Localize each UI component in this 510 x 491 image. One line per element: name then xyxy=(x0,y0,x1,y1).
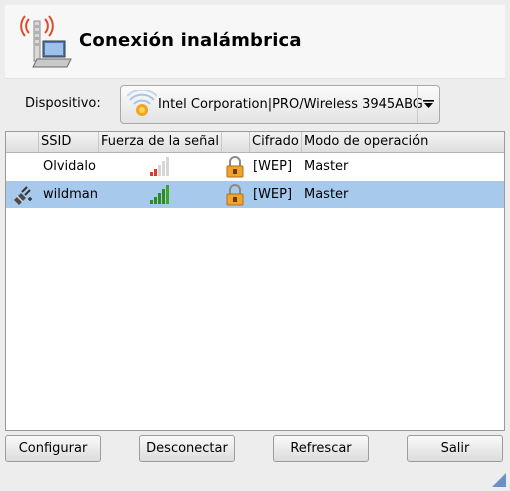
col-signal[interactable]: Fuerza de la señal xyxy=(98,132,221,152)
col-cifrado[interactable]: Cifrado xyxy=(249,132,301,152)
refrescar-button[interactable]: Refrescar xyxy=(273,435,369,462)
signal-weak-icon xyxy=(150,157,169,176)
desconectar-button[interactable]: Desconectar xyxy=(139,435,235,462)
device-select-value: Intel Corporation|PRO/Wireless 3945ABG xyxy=(158,97,423,112)
wifi-signal-icon xyxy=(127,90,157,116)
page-title: Conexión inalámbrica xyxy=(79,30,302,51)
header-banner: Conexión inalámbrica xyxy=(5,5,505,79)
signal-strong-icon xyxy=(150,185,169,204)
table-row-selected[interactable]: wildman [WEP] Master xyxy=(6,181,504,208)
configurar-button[interactable]: Configurar xyxy=(5,435,101,462)
wireless-laptop-icon xyxy=(20,15,72,68)
table-row[interactable]: Olvidalo [WEP] Master xyxy=(6,153,504,180)
cell-cifrado: [WEP] xyxy=(253,187,293,202)
resize-grip-icon[interactable] xyxy=(492,473,506,487)
lock-icon xyxy=(226,184,244,206)
network-list[interactable]: SSID Fuerza de la señal Cifrado Modo de … xyxy=(5,131,505,431)
col-ssid[interactable]: SSID xyxy=(38,132,98,152)
lock-icon xyxy=(226,156,244,178)
list-header: SSID Fuerza de la señal Cifrado Modo de … xyxy=(6,132,504,153)
cell-cifrado: [WEP] xyxy=(253,159,293,174)
salir-button[interactable]: Salir xyxy=(407,435,503,462)
connected-plug-icon xyxy=(14,186,32,205)
col-modo[interactable]: Modo de operación xyxy=(301,132,504,152)
device-select[interactable]: Intel Corporation|PRO/Wireless 3945ABG xyxy=(120,85,440,124)
cell-ssid: wildman xyxy=(43,187,98,202)
cell-modo: Master xyxy=(304,159,349,174)
col-lock[interactable] xyxy=(221,132,249,152)
cell-modo: Master xyxy=(304,187,349,202)
chevron-down-icon[interactable] xyxy=(417,86,439,123)
col-status[interactable] xyxy=(6,132,38,152)
device-label: Dispositivo: xyxy=(25,96,101,111)
cell-ssid: Olvidalo xyxy=(43,159,96,174)
